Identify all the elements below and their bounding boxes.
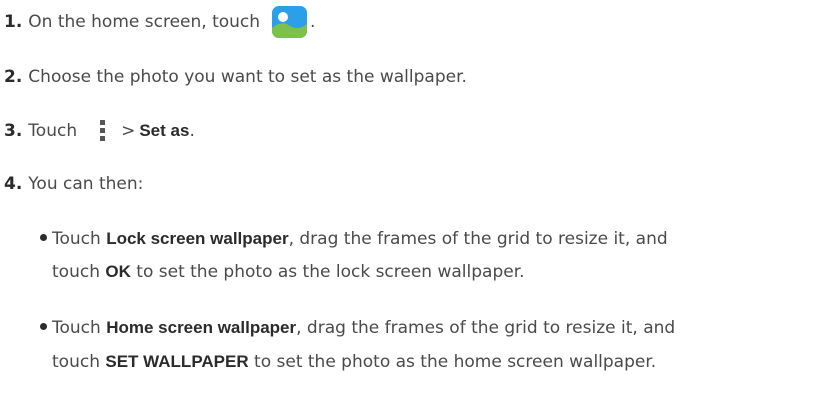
step-number: 4. xyxy=(4,174,23,194)
bullet-icon xyxy=(40,233,47,241)
step-text: Touch xyxy=(28,121,78,141)
bullet-text-prefix: Touch xyxy=(52,318,107,338)
step-text: On the home screen, touch xyxy=(28,12,261,32)
set-wallpaper-label: SET WALLPAPER xyxy=(105,352,249,371)
step-number: 1. xyxy=(4,12,23,32)
home-screen-wallpaper-label: Home screen wallpaper xyxy=(106,318,297,337)
bullet-text: to set the photo as the lock screen wall… xyxy=(130,262,525,282)
gallery-icon xyxy=(272,6,308,38)
ok-label: OK xyxy=(105,262,131,281)
bullet-item-home-screen: Touch Home screen wallpaper, drag the fr… xyxy=(40,318,675,338)
bullet-text-prefix: touch xyxy=(52,352,106,372)
step-text-end: . xyxy=(310,12,316,32)
bullet-text-prefix: touch xyxy=(52,262,106,282)
lock-screen-wallpaper-label: Lock screen wallpaper xyxy=(106,229,289,248)
bullet-text-prefix: Touch xyxy=(52,229,107,249)
step-3: 3. Touch > Set as . xyxy=(4,120,195,142)
step-text: Choose the photo you want to set as the … xyxy=(28,67,467,87)
set-as-label: Set as xyxy=(139,121,190,140)
bullet-item-lock-screen: Touch Lock screen wallpaper, drag the fr… xyxy=(40,229,668,249)
step-1: 1. On the home screen, touch . xyxy=(4,6,315,38)
step-number: 2. xyxy=(4,67,23,87)
step-text-end: . xyxy=(189,121,195,141)
bullet-text: , drag the frames of the grid to resize … xyxy=(288,229,668,249)
gt-symbol: > xyxy=(121,121,136,141)
more-vertical-icon xyxy=(99,120,107,142)
bullet-item-lock-screen-cont: touch OK to set the photo as the lock sc… xyxy=(52,262,525,282)
bullet-text: to set the photo as the home screen wall… xyxy=(248,352,657,372)
step-4: 4. You can then: xyxy=(4,174,143,194)
step-number: 3. xyxy=(4,121,23,141)
bullet-icon xyxy=(40,322,47,330)
bullet-text: , drag the frames of the grid to resize … xyxy=(296,318,676,338)
bullet-item-home-screen-cont: touch SET WALLPAPER to set the photo as … xyxy=(52,352,656,372)
step-2: 2. Choose the photo you want to set as t… xyxy=(4,67,467,87)
step-text: You can then: xyxy=(28,174,144,194)
